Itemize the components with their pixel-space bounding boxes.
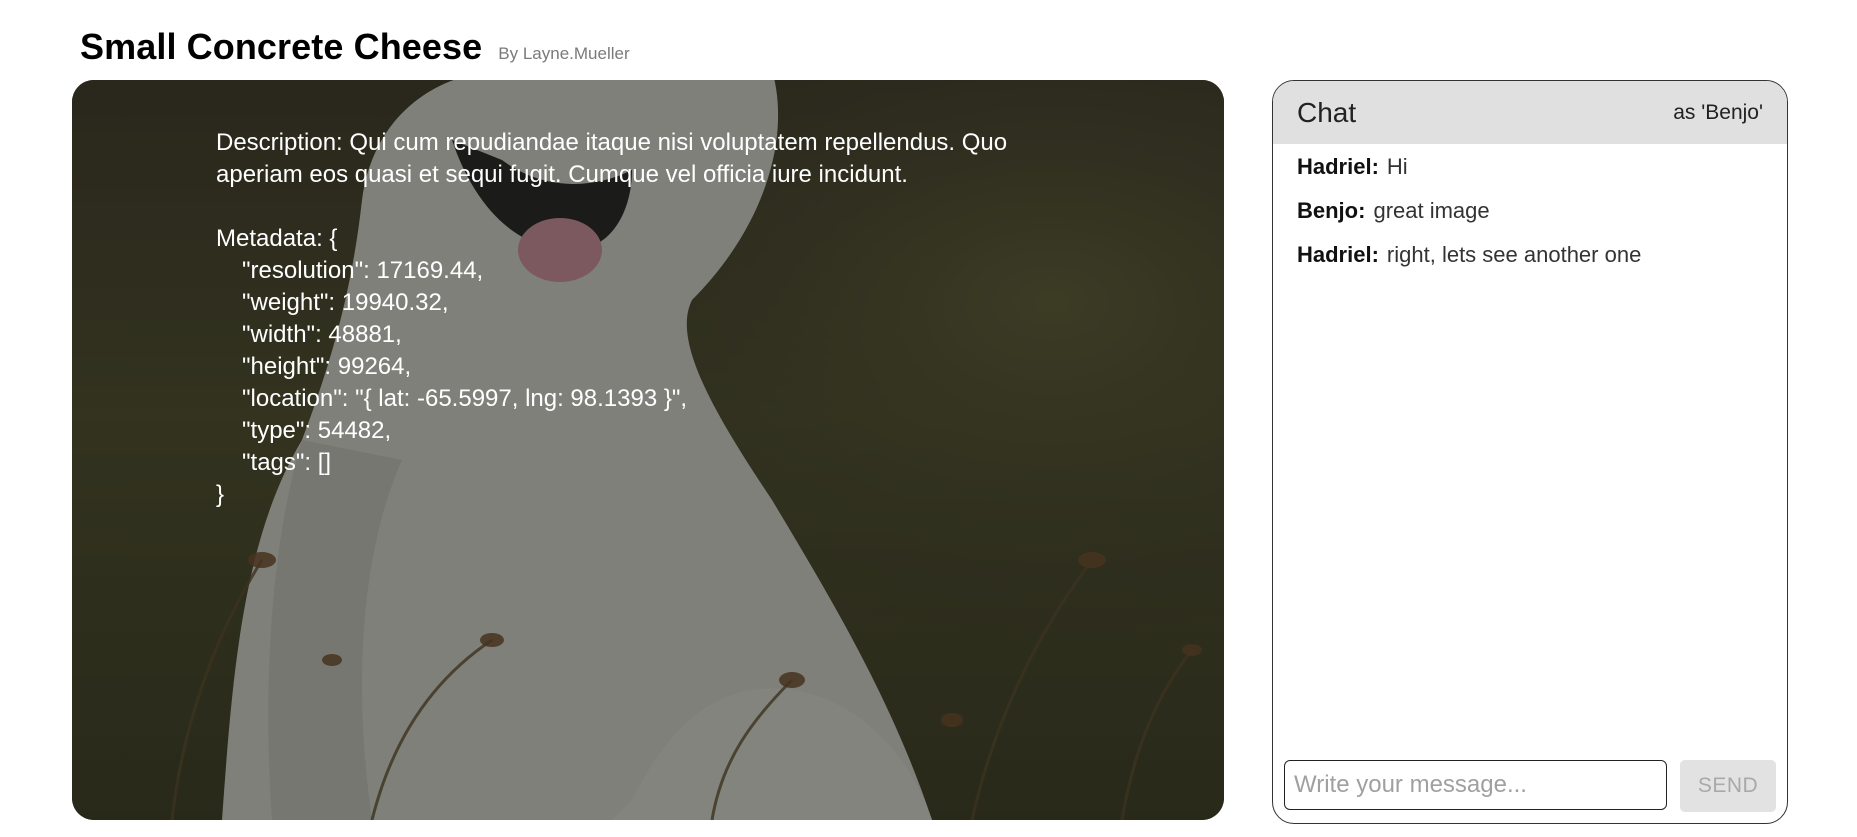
chat-user-label: as 'Benjo' bbox=[1673, 100, 1763, 124]
metadata-line: "resolution": 17169.44, bbox=[242, 257, 484, 284]
title-row: Small Concrete Cheese By Layne.Mueller bbox=[80, 26, 630, 68]
metadata-line: "width": 48881, bbox=[242, 321, 402, 348]
metadata-line: "tags": [] bbox=[242, 449, 332, 476]
message-author: Hadriel: bbox=[1297, 154, 1379, 179]
chat-message: Benjo: great image bbox=[1297, 198, 1763, 242]
send-button[interactable]: SEND bbox=[1680, 760, 1776, 812]
chat-composer: SEND bbox=[1284, 760, 1776, 812]
metadata-line: "type": 54482, bbox=[242, 417, 392, 444]
message-author: Benjo: bbox=[1297, 198, 1366, 223]
image-info: Description: Qui cum repudiandae itaque … bbox=[216, 127, 1056, 511]
chat-messages: Hadriel: Hi Benjo: great image Hadriel: … bbox=[1273, 144, 1787, 296]
message-author: Hadriel: bbox=[1297, 242, 1379, 267]
message-text: great image bbox=[1373, 198, 1490, 223]
metadata-open: Metadata: { bbox=[216, 225, 338, 252]
metadata-line: "height": 99264, bbox=[242, 353, 412, 380]
author-label: By Layne.Mueller bbox=[498, 44, 630, 63]
metadata-line: "location": "{ lat: -65.5997, lng: 98.13… bbox=[242, 385, 688, 412]
page: Small Concrete Cheese By Layne.Mueller D… bbox=[0, 0, 1857, 837]
message-text: right, lets see another one bbox=[1386, 242, 1642, 267]
chat-title: Chat bbox=[1297, 96, 1357, 128]
chat-panel: Chat as 'Benjo' Hadriel: Hi Benjo: great… bbox=[1272, 80, 1788, 824]
chat-message: Hadriel: right, lets see another one bbox=[1297, 242, 1763, 286]
message-input[interactable] bbox=[1284, 760, 1667, 810]
page-title: Small Concrete Cheese bbox=[80, 26, 483, 67]
metadata-close: } bbox=[216, 481, 225, 508]
image-card[interactable]: Description: Qui cum repudiandae itaque … bbox=[72, 80, 1224, 820]
image-description: Description: Qui cum repudiandae itaque … bbox=[216, 129, 1008, 188]
chat-header: Chat as 'Benjo' bbox=[1273, 81, 1787, 144]
message-text: Hi bbox=[1386, 154, 1408, 179]
metadata-line: "weight": 19940.32, bbox=[242, 289, 449, 316]
chat-message: Hadriel: Hi bbox=[1297, 154, 1763, 198]
